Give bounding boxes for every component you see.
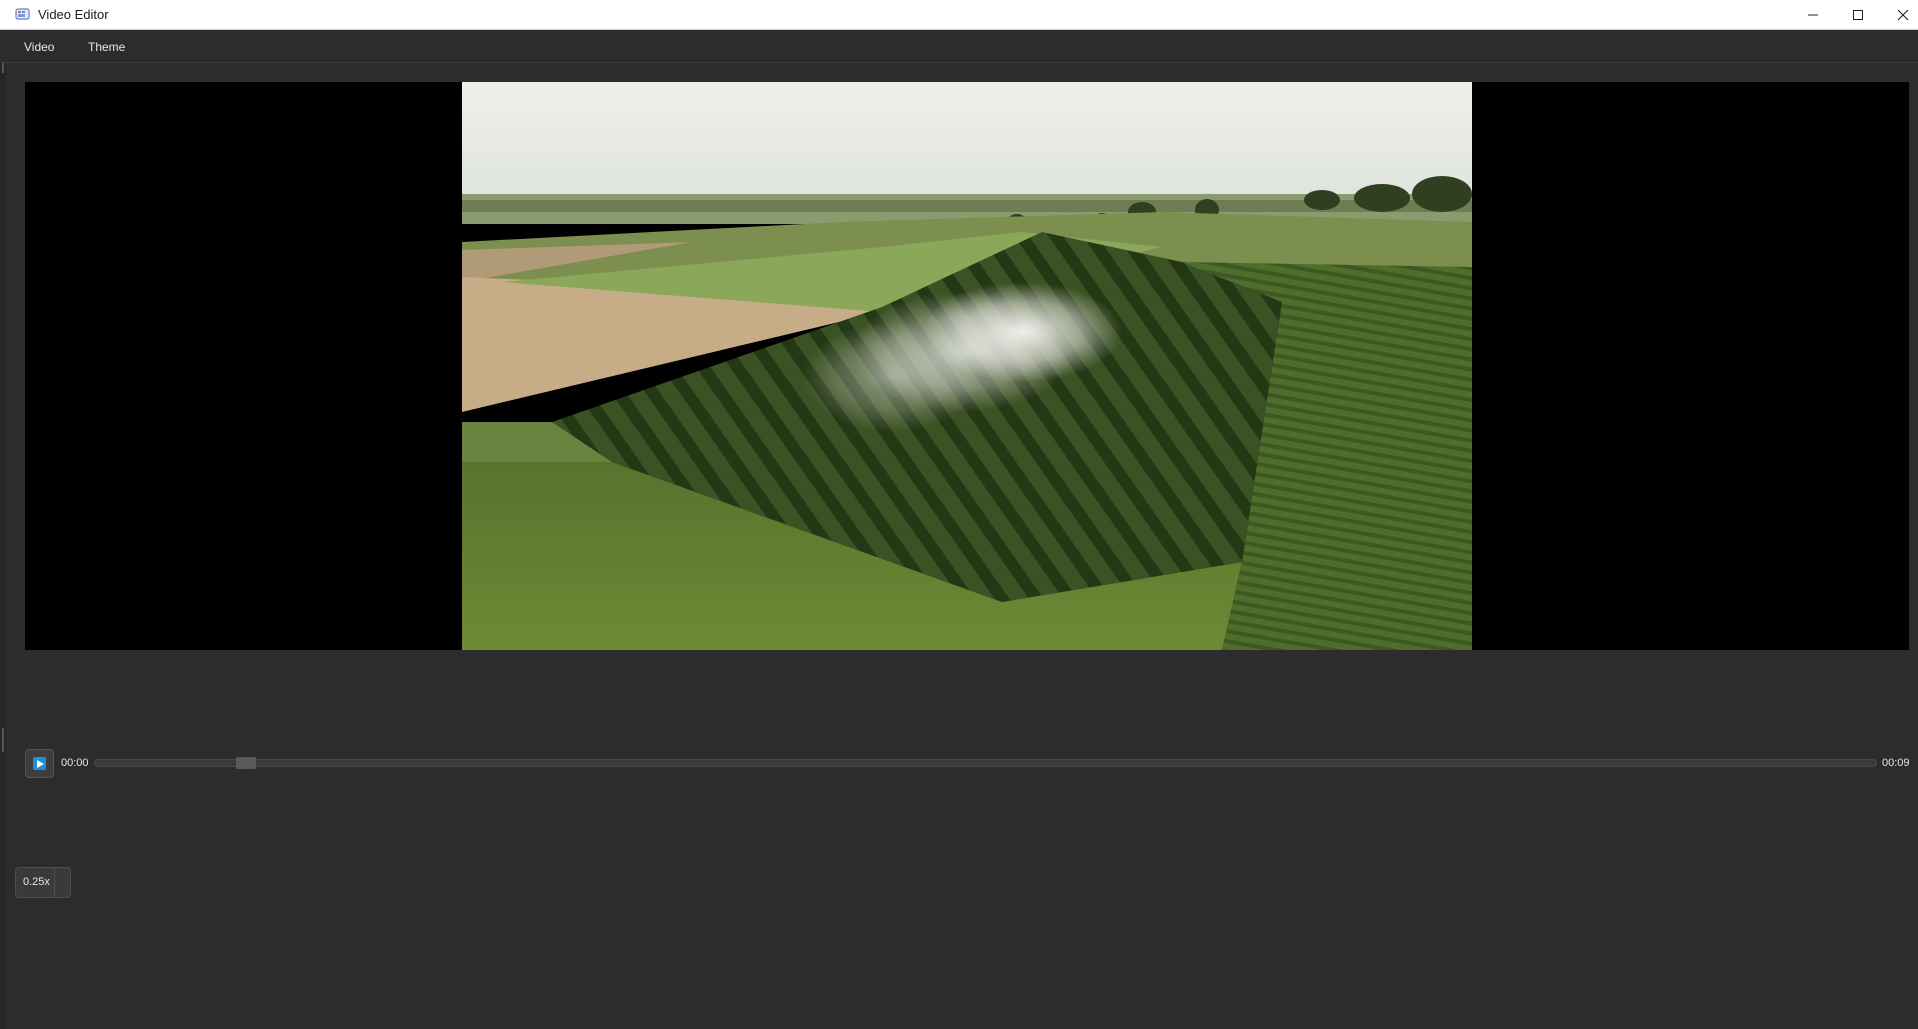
seek-bar[interactable] (94, 759, 1877, 767)
playback-speed-value: 0.25x (23, 876, 50, 888)
menu-item-theme[interactable]: Theme (88, 40, 125, 54)
left-edge-splitter (0, 63, 6, 1029)
minimize-button[interactable] (1790, 0, 1835, 30)
splitter-mark (2, 63, 4, 73)
seek-thumb[interactable] (235, 757, 256, 769)
splitter-mark (2, 728, 4, 752)
window-title: Video Editor (38, 7, 109, 22)
video-display[interactable] (25, 82, 1909, 650)
speed-select-divider (54, 868, 55, 897)
minimize-icon (1807, 14, 1818, 16)
close-button[interactable] (1880, 0, 1918, 30)
menu-bar: Video Theme (0, 30, 1918, 63)
current-time: 00:00 (61, 757, 89, 769)
maximize-icon (1852, 10, 1863, 20)
video-frame-image (462, 82, 1472, 650)
title-bar[interactable]: Video Editor (0, 0, 1918, 30)
total-time: 00:09 (1882, 757, 1910, 769)
playback-speed-select[interactable]: 0.25x (15, 867, 71, 898)
play-icon (36, 759, 44, 768)
video-editor-window: Video Editor Video Theme 00:00 00:09 0.2… (0, 0, 1918, 1029)
video-frame (462, 82, 1472, 650)
menu-item-video[interactable]: Video (24, 40, 54, 54)
play-icon-background (33, 757, 46, 770)
close-icon (1897, 9, 1908, 21)
video-editor-app-icon (15, 8, 30, 20)
maximize-button[interactable] (1835, 0, 1880, 30)
play-button[interactable] (25, 749, 54, 778)
